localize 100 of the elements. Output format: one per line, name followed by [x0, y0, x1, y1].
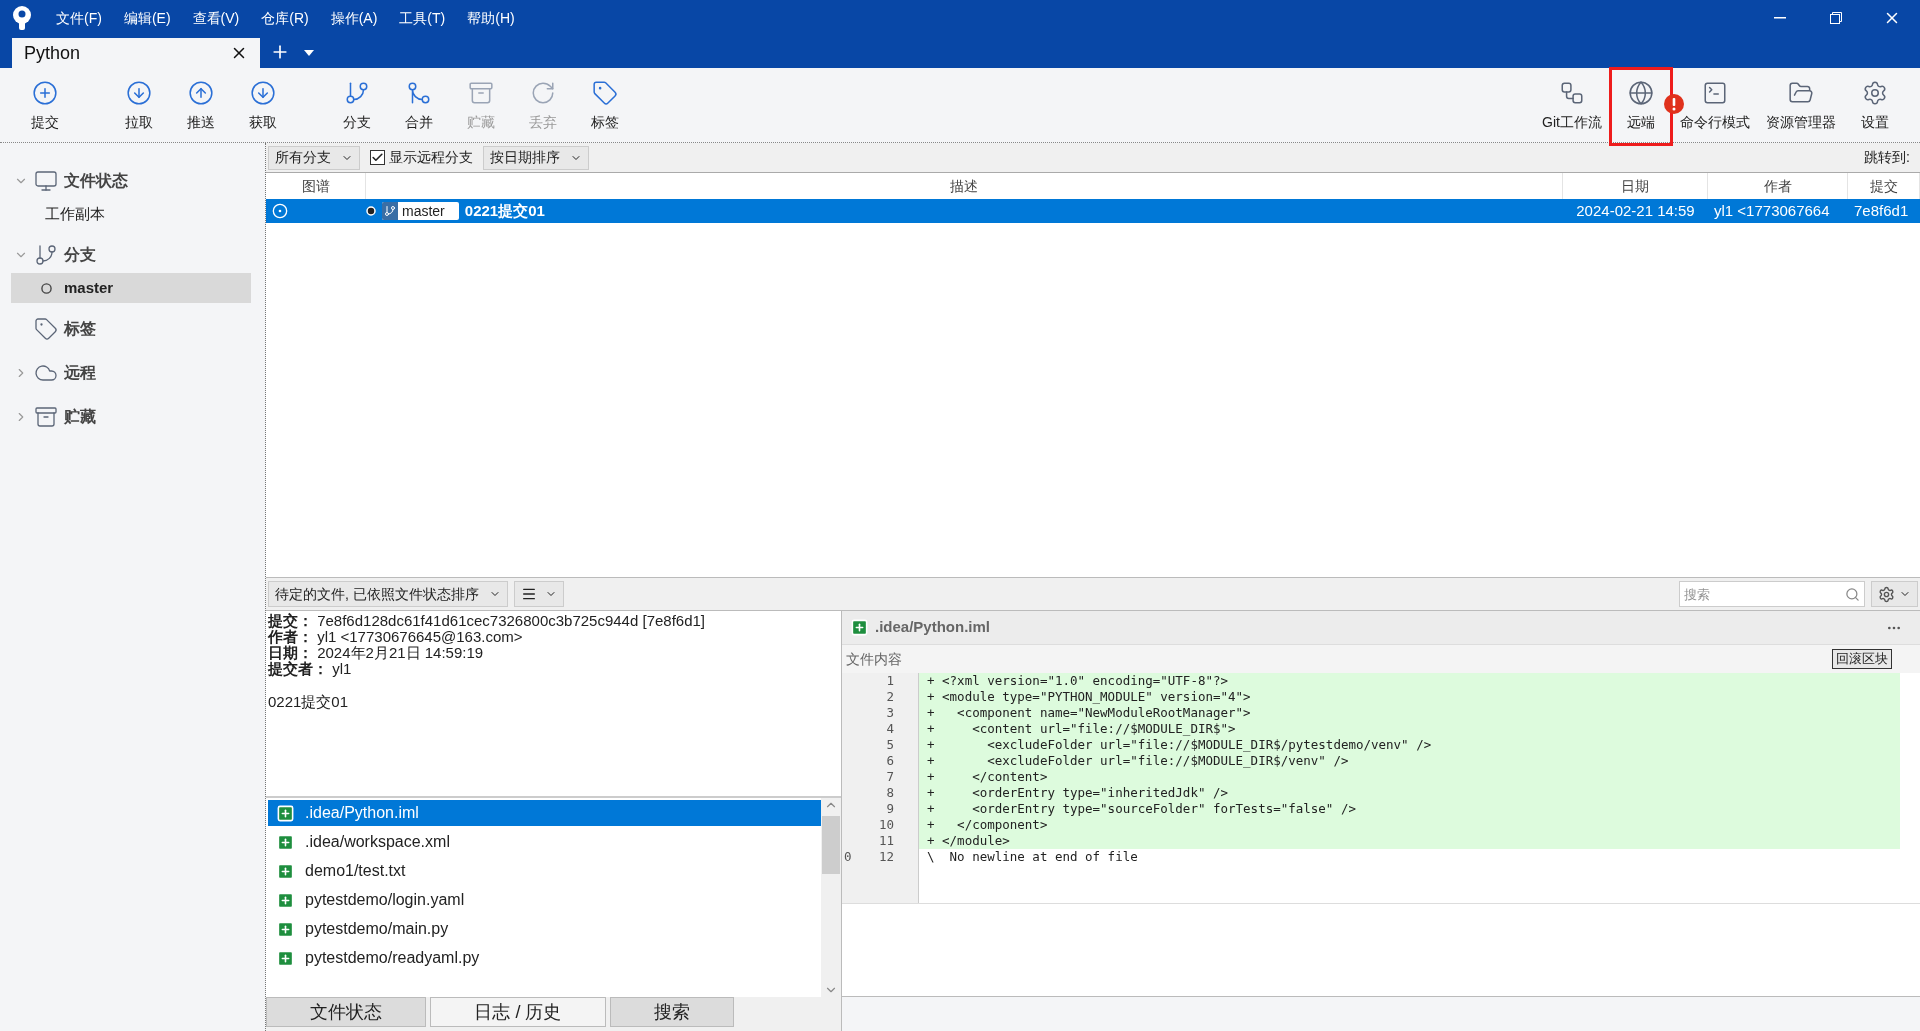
table-cell-text: yl1 <1773067664 — [1713, 200, 1831, 221]
added-file-icon — [850, 618, 869, 637]
branch-filter-dropdown[interactable]: 所有分支 — [268, 145, 360, 170]
pull-icon — [126, 80, 152, 106]
branch-icon — [384, 205, 396, 217]
toolbar-button[interactable]: 分支 — [326, 68, 388, 145]
toolbar-button[interactable]: 资源管理器 — [1758, 68, 1844, 145]
toolbar-button[interactable]: 远端 — [1610, 68, 1672, 145]
table-cell-text: 2024-02-21 14:59 — [1575, 200, 1696, 221]
toolbar-button[interactable]: 提交 — [14, 68, 76, 145]
toolbar-button[interactable]: 获取 — [232, 68, 294, 145]
app-logo-icon — [12, 6, 32, 30]
minimize-icon — [1774, 17, 1786, 19]
sidebar-item[interactable]: master — [11, 273, 251, 303]
settings-icon — [1878, 585, 1895, 603]
view-tab[interactable]: 搜索 — [610, 997, 734, 1027]
line-number: 3 — [885, 705, 894, 721]
stash-icon — [34, 405, 58, 429]
branch-dot-icon — [41, 282, 52, 294]
line-number: 4 — [885, 721, 894, 737]
repo-tab[interactable]: Python — [12, 38, 260, 68]
menu-item[interactable]: 工具(T) — [395, 7, 450, 29]
view-tab[interactable]: 文件状态 — [266, 997, 426, 1027]
sidebar-heading[interactable]: 标签 — [64, 317, 96, 341]
line-number: 7 — [885, 769, 894, 785]
workflow-icon — [1559, 80, 1586, 106]
checkbox-label: 显示远程分支 — [389, 148, 473, 167]
line-number: 2 — [885, 689, 894, 705]
line-number: 1 — [885, 673, 894, 689]
toolbar-button[interactable]: 合并 — [388, 68, 450, 145]
menu-item[interactable]: 操作(A) — [326, 7, 382, 29]
line-number: 0 — [844, 849, 852, 864]
search-field[interactable]: 搜索 — [1679, 581, 1865, 607]
menu-item[interactable]: 文件(F) — [52, 7, 106, 29]
section-label: 文件内容 — [846, 649, 902, 669]
search-icon — [1845, 586, 1860, 602]
settings-dropdown[interactable] — [1871, 581, 1918, 607]
fetch-icon — [250, 80, 276, 106]
toolbar-button[interactable]: 拉取 — [108, 68, 170, 145]
menu-item[interactable]: 编辑(E) — [119, 7, 175, 29]
tag-icon — [592, 80, 618, 106]
sidebar-heading[interactable]: 贮藏 — [64, 405, 96, 429]
tab-menu-icon[interactable] — [304, 50, 314, 56]
line-number: 11 — [877, 833, 894, 849]
table-cell-text: 7e8f6d1 — [1853, 200, 1910, 221]
checkbox[interactable] — [370, 150, 385, 165]
revert-hunk-button[interactable]: 回滚区块 — [1832, 649, 1892, 669]
commit-node-icon — [366, 206, 376, 216]
toolbar-button[interactable]: 推送 — [170, 68, 232, 145]
file-row[interactable]: pytestdemo/main.py — [268, 916, 821, 942]
line-number: 8 — [885, 785, 894, 801]
settings-icon — [1862, 80, 1888, 106]
view-tab[interactable]: 日志 / 历史 — [430, 997, 606, 1027]
line-number: 10 — [877, 817, 894, 833]
added-file-icon — [276, 803, 295, 823]
sidebar-item[interactable]: 工作副本 — [11, 199, 251, 229]
commit-icon — [32, 80, 58, 106]
file-row[interactable]: demo1/test.txt — [268, 858, 821, 884]
line-number: 12 — [877, 849, 894, 865]
toolbar-button[interactable]: Git工作流 — [1534, 68, 1610, 145]
toolbar-button[interactable]: 命令行模式 — [1672, 68, 1758, 145]
commit-message: 0221提交01 — [268, 694, 350, 710]
jump-to-label: 跳转到: — [1864, 148, 1910, 167]
menu-item[interactable]: 帮助(H) — [463, 7, 519, 29]
scrollbar[interactable] — [821, 798, 841, 997]
menu-item[interactable]: 仓库(R) — [257, 7, 313, 29]
monitor-icon — [34, 169, 58, 193]
diff-file-name: .idea/Python.iml — [875, 617, 991, 638]
commit-row[interactable]: master 0221提交01 2024-02-21 14:59 yl1 <1773067664 7e8f6d1 — [266, 199, 1920, 223]
sidebar-heading[interactable]: 远程 — [64, 361, 96, 385]
branch-icon — [344, 80, 370, 106]
commit-message: 0221提交01 — [464, 200, 545, 221]
sort-dropdown[interactable]: 按日期排序 — [483, 145, 589, 170]
file-row[interactable]: .idea/workspace.xml — [268, 829, 821, 855]
branch-icon — [34, 243, 58, 267]
head-marker-icon — [272, 203, 288, 219]
sidebar-heading[interactable]: 分支 — [64, 243, 96, 267]
branch-label: master — [382, 202, 459, 220]
line-number: 9 — [885, 801, 894, 817]
sidebar-heading[interactable]: 文件状态 — [64, 169, 128, 193]
commit-detail: 日期： 2024年2月21日 14:59:19 — [268, 645, 485, 661]
scroll-thumb[interactable] — [822, 816, 840, 874]
commit-detail: 提交： 7e8f6d128dc61f41d61cec7326800c3b725c944d [7e8f6d1] — [268, 613, 707, 629]
discard-icon — [530, 80, 556, 106]
commit-detail: 提交者： yl1 — [268, 661, 352, 677]
restore-icon — [1830, 12, 1842, 24]
line-number: 6 — [885, 753, 894, 769]
push-icon — [188, 80, 214, 106]
menu-item[interactable]: 查看(V) — [188, 7, 244, 29]
file-row[interactable]: .idea/Python.iml — [268, 800, 821, 826]
view-mode-dropdown[interactable] — [513, 581, 564, 607]
globe-icon — [1628, 80, 1654, 106]
merge-icon — [406, 80, 432, 106]
toolbar-button[interactable]: 标签 — [574, 68, 636, 145]
tag-icon — [34, 317, 58, 341]
file-row[interactable]: pytestdemo/readyaml.py — [268, 945, 821, 971]
line-number: 5 — [885, 737, 894, 753]
file-row[interactable]: pytestdemo/login.yaml — [268, 887, 821, 913]
file-sort-dropdown[interactable]: 待定的文件, 已依照文件状态排序 — [268, 581, 508, 607]
toolbar-button[interactable]: 设置 — [1844, 68, 1906, 145]
